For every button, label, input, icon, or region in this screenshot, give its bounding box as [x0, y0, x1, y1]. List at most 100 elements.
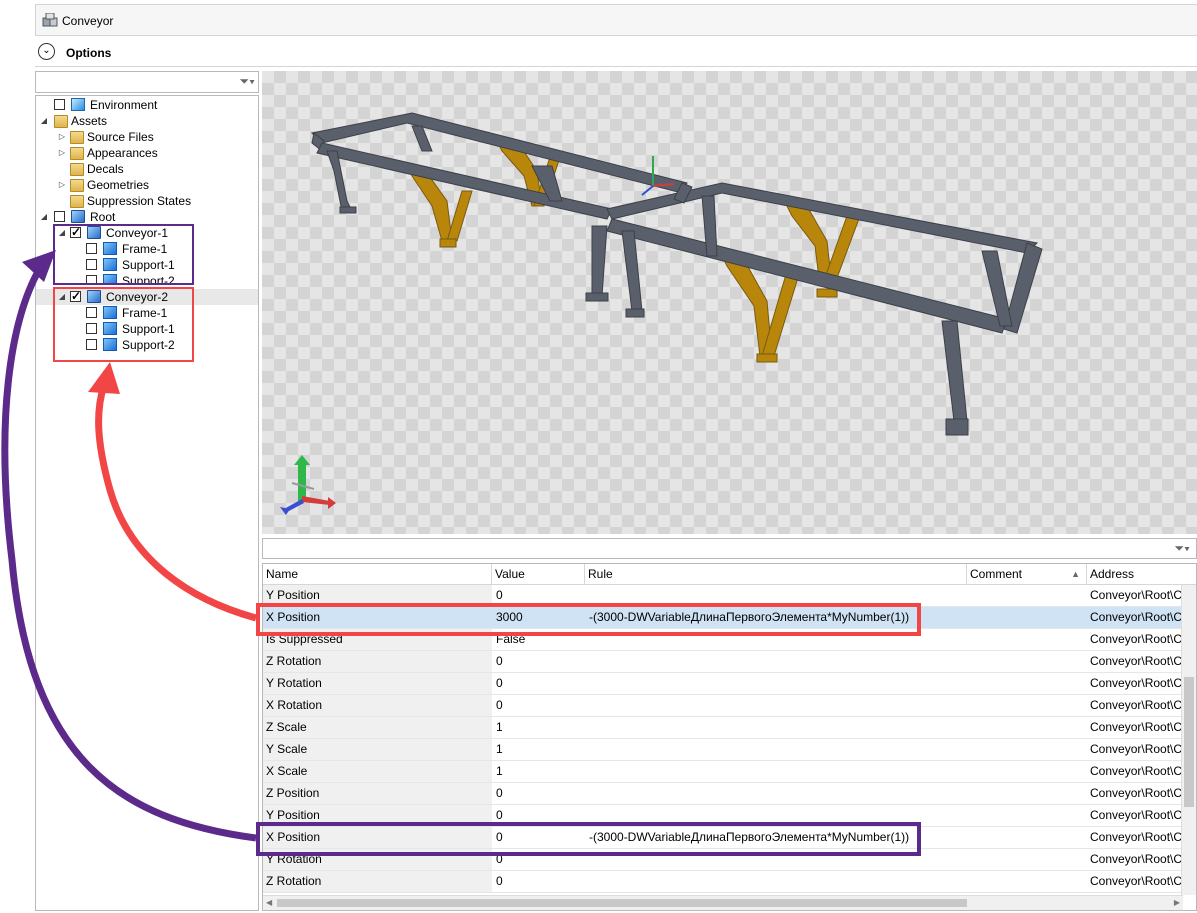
property-comment[interactable]: [965, 607, 1087, 628]
column-header-value[interactable]: Value: [492, 564, 585, 585]
property-comment[interactable]: [965, 717, 1087, 738]
scroll-thumb[interactable]: [277, 899, 967, 907]
options-bar[interactable]: ⌄ Options: [35, 38, 1197, 67]
scroll-left-icon[interactable]: ◀: [266, 896, 272, 910]
property-comment[interactable]: [965, 871, 1087, 892]
tree-item-label: Assets: [71, 114, 108, 128]
column-header-rule[interactable]: Rule: [585, 564, 967, 585]
horizontal-scrollbar[interactable]: ◀ ▶: [263, 895, 1183, 910]
tree-item-appearances[interactable]: ▷ Appearances: [36, 145, 258, 161]
property-address: Conveyor\Root\C: [1090, 874, 1183, 888]
root-checkbox[interactable]: [54, 211, 65, 222]
property-rule[interactable]: [585, 673, 965, 694]
frame-rail: [310, 112, 688, 194]
column-header-comment[interactable]: Comment ▲: [967, 564, 1087, 585]
grey-leg-foot: [585, 292, 609, 302]
property-value[interactable]: 0: [492, 695, 585, 716]
property-comment[interactable]: [965, 585, 1087, 606]
property-name: X Rotation: [263, 695, 492, 716]
tree-item-source-files[interactable]: ▷ Source Files: [36, 129, 258, 145]
property-comment[interactable]: [965, 783, 1087, 804]
property-rule[interactable]: [585, 871, 965, 892]
property-value[interactable]: 0: [492, 871, 585, 892]
property-row[interactable]: X Rotation 0 Conveyor\Root\C: [263, 695, 1183, 717]
collapse-icon[interactable]: ◢: [39, 209, 49, 225]
yellow-support: [446, 190, 473, 242]
tree-item-label: Root: [90, 210, 116, 224]
chevron-down-icon[interactable]: ⌄: [38, 43, 55, 60]
3d-viewport[interactable]: [262, 71, 1197, 534]
property-row[interactable]: Z Position 0 Conveyor\Root\C: [263, 783, 1183, 805]
scroll-right-icon[interactable]: ▶: [1174, 896, 1180, 910]
property-value[interactable]: 0: [492, 783, 585, 804]
expand-icon[interactable]: ▷: [57, 177, 67, 193]
environment-checkbox[interactable]: [54, 99, 65, 110]
tree-item-label: Appearances: [87, 146, 158, 160]
property-address: Conveyor\Root\C: [1090, 588, 1183, 602]
property-rule[interactable]: [585, 695, 965, 716]
property-address: Conveyor\Root\C: [1090, 632, 1183, 646]
property-comment[interactable]: [965, 673, 1087, 694]
options-label: Options: [66, 46, 112, 60]
property-row[interactable]: Y Scale 1 Conveyor\Root\C: [263, 739, 1183, 761]
tree-item-suppression-states[interactable]: Suppression States: [36, 193, 258, 209]
property-value[interactable]: 0: [492, 651, 585, 672]
property-rule[interactable]: [585, 783, 965, 804]
property-address: Conveyor\Root\C: [1090, 764, 1183, 778]
property-value[interactable]: 1: [492, 761, 585, 782]
tree-item-decals[interactable]: Decals: [36, 161, 258, 177]
property-row[interactable]: X Scale 1 Conveyor\Root\C: [263, 761, 1183, 783]
property-rule[interactable]: [585, 761, 965, 782]
grey-leg-foot: [625, 308, 645, 318]
property-comment[interactable]: [965, 805, 1087, 826]
tree-filter-input[interactable]: ⏷▾: [35, 71, 259, 93]
property-comment[interactable]: [965, 827, 1087, 848]
property-comment[interactable]: [965, 651, 1087, 672]
property-value[interactable]: 1: [492, 717, 585, 738]
property-rule[interactable]: [585, 651, 965, 672]
environment-icon: [71, 98, 85, 111]
view-orientation-triad[interactable]: [280, 455, 336, 515]
property-row[interactable]: Z Rotation 0 Conveyor\Root\C: [263, 871, 1183, 893]
scroll-thumb[interactable]: [1184, 677, 1194, 807]
property-row[interactable]: Y Rotation 0 Conveyor\Root\C: [263, 673, 1183, 695]
property-row[interactable]: Z Scale 1 Conveyor\Root\C: [263, 717, 1183, 739]
tree-item-label: Decals: [87, 162, 124, 176]
annotation-box-conveyor-2: [53, 287, 194, 362]
property-comment[interactable]: [965, 849, 1087, 870]
property-rule[interactable]: [585, 717, 965, 738]
property-value[interactable]: 1: [492, 739, 585, 760]
property-filter-input[interactable]: ⏷▾: [262, 538, 1197, 559]
property-address: Conveyor\Root\C: [1090, 786, 1183, 800]
vertical-scrollbar[interactable]: [1181, 585, 1196, 895]
tree-item-assets[interactable]: ◢ Assets: [36, 113, 258, 129]
property-address: Conveyor\Root\C: [1090, 808, 1183, 822]
property-comment[interactable]: [965, 695, 1087, 716]
expand-icon[interactable]: ▷: [57, 129, 67, 145]
property-rule[interactable]: [585, 739, 965, 760]
assembly-icon: [42, 13, 58, 27]
annotation-box-x-position-0: [256, 822, 921, 856]
property-comment[interactable]: [965, 739, 1087, 760]
property-row[interactable]: Z Rotation 0 Conveyor\Root\C: [263, 651, 1183, 673]
filter-icon[interactable]: ⏷▾: [240, 74, 255, 89]
collapse-icon[interactable]: ◢: [39, 113, 49, 129]
grey-leg: [591, 225, 608, 297]
tree-item-root[interactable]: ◢ Root: [36, 209, 258, 225]
tree-item-geometries[interactable]: ▷ Geometries: [36, 177, 258, 193]
property-comment[interactable]: [965, 761, 1087, 782]
yellow-support-foot: [756, 353, 778, 363]
tree-item-label: Geometries: [87, 178, 150, 192]
column-header-name[interactable]: Name: [263, 564, 492, 585]
property-comment[interactable]: [965, 629, 1087, 650]
column-header-address[interactable]: Address: [1087, 564, 1196, 585]
property-name: Y Rotation: [263, 673, 492, 694]
property-name: X Scale: [263, 761, 492, 782]
sort-ascending-icon: ▲: [1071, 569, 1080, 579]
tree-item-environment[interactable]: Environment: [36, 97, 258, 113]
window-title-bar: Conveyor: [35, 4, 1197, 36]
folder-icon: [70, 179, 84, 192]
expand-icon[interactable]: ▷: [57, 145, 67, 161]
property-value[interactable]: 0: [492, 673, 585, 694]
filter-icon[interactable]: ⏷▾: [1175, 541, 1190, 556]
